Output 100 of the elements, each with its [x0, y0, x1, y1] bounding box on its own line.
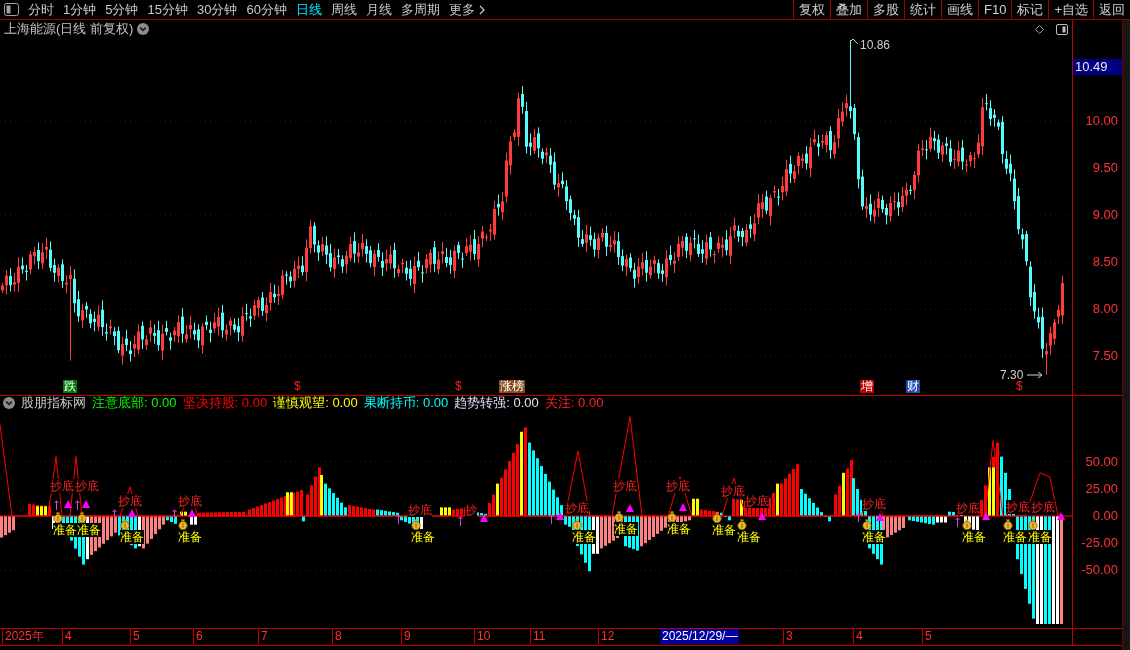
- indicator-name: 股朋指标网: [21, 396, 86, 410]
- event-tag[interactable]: $: [1015, 380, 1024, 393]
- arrow-up-icon: [112, 509, 117, 519]
- arrow-up-icon: [458, 516, 463, 526]
- time-axis-label: 9: [401, 629, 411, 644]
- price-axis-label: 7.50: [1092, 348, 1118, 364]
- time-axis-label: 5: [130, 629, 140, 644]
- arrow-up-icon: [172, 509, 177, 519]
- indicator-axis-label: 25.00: [1085, 480, 1118, 497]
- bottom-signal-label: 抄底: [956, 501, 980, 515]
- event-tag[interactable]: $: [293, 380, 302, 393]
- ready-signal-label: 准备: [667, 522, 691, 536]
- triangle-marker-icon: [679, 503, 687, 511]
- ready-signal-label: 准备: [962, 530, 986, 544]
- time-axis-label: 2025年: [2, 629, 44, 644]
- bottom-signal-label: 抄底: [565, 501, 589, 515]
- triangle-marker-icon: [64, 500, 72, 508]
- bottom-signal-label: 抄底: [178, 494, 202, 508]
- chart-title: 上海能源(日线 前复权): [4, 21, 134, 37]
- triangle-marker-icon: [876, 513, 884, 521]
- chevron-right-icon: [478, 4, 485, 15]
- indicator-axis-label: -50.00: [1081, 562, 1118, 579]
- time-axis-label: 4: [853, 629, 863, 644]
- period-tab[interactable]: 月线: [365, 0, 392, 19]
- indicator-reading: 关注: 0.00: [544, 396, 604, 410]
- ready-signal-label: 准备: [712, 523, 736, 537]
- toolbar-button[interactable]: +自选: [1048, 0, 1093, 19]
- money-bag-icon: [411, 519, 421, 530]
- period-tab[interactable]: 多周期: [400, 0, 440, 19]
- toolbar-button[interactable]: 复权: [793, 0, 830, 19]
- cursor-date-label: 2025/12/29/—: [660, 629, 740, 644]
- period-tab[interactable]: 1分钟: [63, 0, 97, 19]
- toolbar-button[interactable]: 叠加: [830, 0, 867, 19]
- money-bag-icon: [572, 519, 582, 530]
- ready-signal-label: 准备: [614, 522, 638, 536]
- ready-signal-label: 准备: [862, 530, 886, 544]
- period-tab[interactable]: 周线: [330, 0, 357, 19]
- bottom-signal-label: 抄底: [721, 484, 745, 498]
- toolbar-button[interactable]: 画线: [941, 0, 978, 19]
- bottom-signal-label: 抄底: [118, 494, 142, 508]
- indicator-reading: 注意底部: 0.00: [92, 396, 177, 410]
- triangle-marker-icon: [82, 500, 90, 508]
- price-axis-label: 8.50: [1092, 254, 1118, 270]
- period-tab[interactable]: 15分钟: [147, 0, 188, 19]
- triangle-marker-icon: [626, 504, 634, 512]
- diamond-icon[interactable]: [1035, 24, 1044, 34]
- triangle-marker-icon: [1057, 512, 1065, 520]
- bottom-signal-label: 抄底: [408, 503, 432, 517]
- arrow-up-icon: [549, 514, 554, 524]
- more-menu[interactable]: 更多: [448, 0, 485, 19]
- ready-signal-label: 准备: [1003, 530, 1027, 544]
- indicator-reading: 趋势转强: 0.00: [454, 396, 539, 410]
- period-tab[interactable]: 5分钟: [105, 0, 139, 19]
- chevron-down-icon[interactable]: [137, 23, 150, 35]
- panel-icon[interactable]: [1056, 23, 1068, 35]
- money-bag-icon: [962, 519, 972, 530]
- high-price-label: 10.86: [860, 38, 891, 52]
- event-tag[interactable]: 增: [860, 380, 874, 393]
- toolbar-button[interactable]: F10: [978, 0, 1012, 19]
- ready-signal-label: 准备: [572, 530, 596, 544]
- arrow-up-icon: [856, 512, 861, 522]
- low-price-label: 7.30: [1000, 368, 1024, 382]
- ready-signal-label: 准备: [120, 530, 144, 544]
- event-tag[interactable]: 财: [906, 380, 920, 393]
- time-axis-label: 3: [783, 629, 793, 644]
- event-tag[interactable]: $: [454, 380, 463, 393]
- period-tab[interactable]: 日线: [295, 0, 322, 19]
- indicator-reading: 果断持币: 0.00: [363, 396, 449, 410]
- panel-icon[interactable]: [4, 3, 19, 16]
- triangle-marker-icon: [188, 509, 196, 517]
- event-tag[interactable]: 涨榜: [499, 380, 525, 393]
- money-bag-icon: [614, 511, 624, 522]
- period-tab[interactable]: 60分钟: [246, 0, 287, 19]
- triangle-marker-icon: [480, 514, 488, 522]
- bottom-signal-label: 抄底: [666, 479, 690, 493]
- bottom-signal-label: 抄底: [613, 479, 637, 493]
- toolbar-button[interactable]: 返回: [1093, 0, 1130, 19]
- triangle-marker-icon: [128, 509, 136, 517]
- triangle-marker-icon: [758, 512, 766, 520]
- time-axis-label: 7: [258, 629, 268, 644]
- money-bag-icon: [53, 512, 63, 523]
- time-axis-label: 10: [474, 629, 491, 644]
- period-tab[interactable]: 30分钟: [196, 0, 238, 19]
- bottom-signal-label: 抄底: [1006, 500, 1030, 514]
- period-tab[interactable]: 分时: [28, 0, 54, 19]
- event-tag[interactable]: 跌: [63, 380, 77, 393]
- bottom-signal-label: 抄底: [75, 479, 99, 493]
- money-bag-icon: [178, 519, 188, 530]
- triangle-marker-icon: [982, 512, 990, 520]
- money-bag-icon: [1003, 519, 1013, 530]
- time-axis-label: 6: [193, 629, 203, 644]
- toolbar-button[interactable]: 多股: [867, 0, 904, 19]
- toolbar-button[interactable]: 标记: [1011, 0, 1049, 19]
- indicator-axis-label: 50.00: [1085, 453, 1118, 470]
- toolbar-button[interactable]: 统计: [904, 0, 941, 19]
- money-bag-icon: [77, 512, 87, 523]
- indicator-reading: 坚决持股: 0.00: [182, 396, 268, 410]
- chevron-down-icon[interactable]: [3, 397, 15, 409]
- bottom-signal-label: 抄: [465, 503, 477, 517]
- money-bag-icon: [737, 519, 747, 530]
